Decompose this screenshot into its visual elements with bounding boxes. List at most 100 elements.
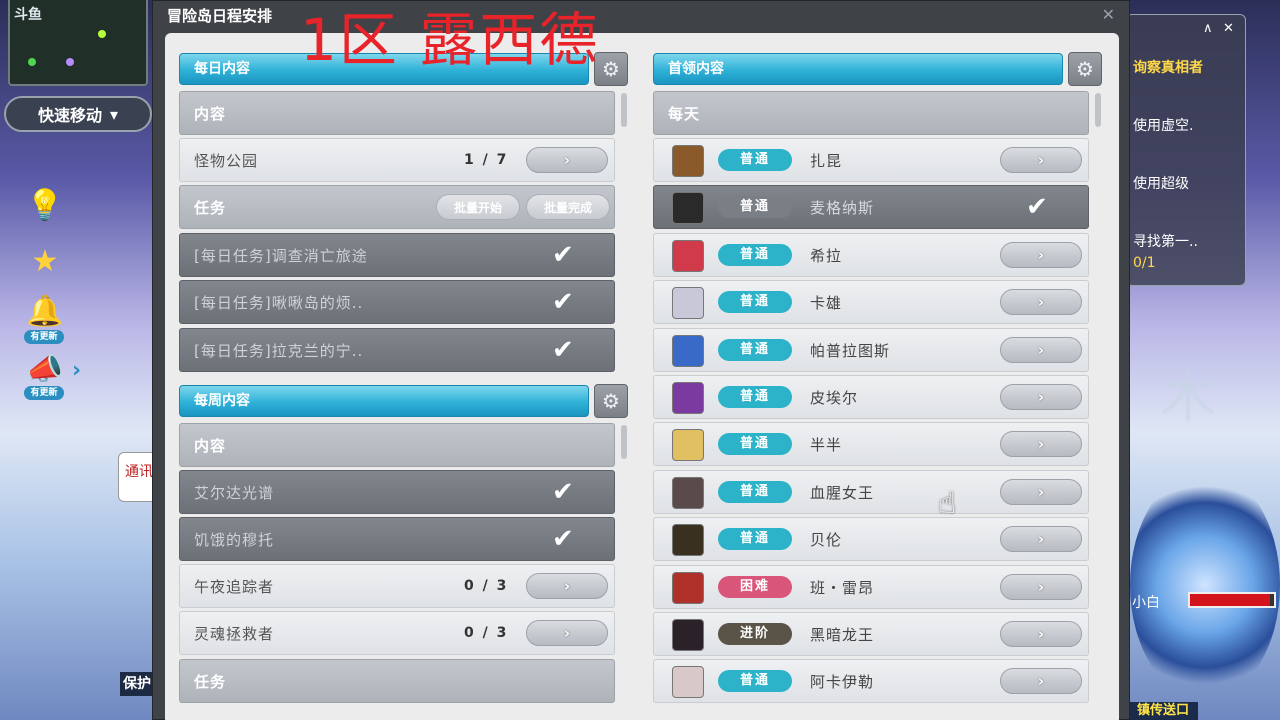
daily-task-subheader: 任务 批量开始 批量完成	[179, 185, 615, 229]
check-icon: ✔	[552, 524, 574, 554]
chevron-down-icon: ▾	[109, 104, 119, 124]
row-label: [每日任务]调查消亡旅途	[194, 246, 368, 265]
go-button[interactable]: ›	[1000, 479, 1082, 505]
weekly-item-row[interactable]: 饥饿的穆托 ✔	[179, 517, 615, 561]
go-button[interactable]: ›	[1000, 668, 1082, 694]
boss-row[interactable]: 困难 班・雷昂 ›	[653, 565, 1089, 609]
window-title: 冒险岛日程安排	[167, 7, 273, 25]
daily-quest-row[interactable]: [每日任务]拉克兰的宁.. ✔	[179, 328, 615, 372]
tracker-progress: 0/1	[1133, 255, 1156, 271]
difficulty-badge: 普通	[718, 481, 792, 503]
boss-avatar	[672, 572, 704, 604]
arrow-right-icon: ›	[1037, 578, 1045, 596]
boss-row[interactable]: 普通 扎昆 ›	[653, 138, 1089, 182]
boss-row[interactable]: 普通 帕普拉图斯 ›	[653, 328, 1089, 372]
difficulty-badge: 普通	[718, 528, 792, 550]
arrow-right-icon: ›	[563, 577, 571, 595]
collapse-icon[interactable]: ∧	[1203, 21, 1213, 36]
difficulty-badge: 困难	[718, 576, 792, 598]
go-button[interactable]: ›	[1000, 621, 1082, 647]
check-icon: ✔	[552, 335, 574, 365]
close-icon[interactable]: ✕	[1102, 5, 1115, 24]
boss-avatar	[672, 666, 704, 698]
boss-row[interactable]: 普通 麦格纳斯 ✔	[653, 185, 1089, 229]
go-button[interactable]: ›	[1000, 574, 1082, 600]
row-count: 0 / 3	[464, 625, 509, 641]
boss-row[interactable]: 普通 半半 ›	[653, 422, 1089, 466]
schedule-window: 冒险岛日程安排 ✕ 每日内容 ⚙ 内容 怪物公园 1 / 7 › 任务 批量开始…	[152, 0, 1130, 720]
player-name: 小白	[1132, 595, 1160, 611]
boss-row[interactable]: 普通 阿卡伊勒 ›	[653, 659, 1089, 703]
quest-tracker-panel[interactable]: ∧ ✕ 询察真相者 使用虚空. 使用超级 寻找第一.. 0/1	[1126, 14, 1246, 286]
boss-avatar	[672, 382, 704, 414]
monster-park-row[interactable]: 怪物公园 1 / 7 ›	[179, 138, 615, 182]
quick-move-button[interactable]: 快速移动 ▾	[4, 96, 152, 132]
go-button[interactable]: ›	[1000, 242, 1082, 268]
boss-settings-button[interactable]: ⚙	[1068, 52, 1102, 86]
row-label: 午夜追踪者	[194, 577, 275, 596]
difficulty-badge: 普通	[718, 433, 792, 455]
go-button[interactable]: ›	[1000, 526, 1082, 552]
gear-icon: ⚙	[1076, 57, 1094, 81]
gear-icon: ⚙	[602, 57, 620, 81]
boss-row[interactable]: 普通 血腥女王 ›	[653, 470, 1089, 514]
row-label: 饥饿的穆托	[194, 530, 275, 549]
boss-avatar	[672, 287, 704, 319]
go-button[interactable]: ›	[526, 147, 608, 173]
bell-icon[interactable]: 🔔	[26, 292, 64, 330]
arrow-right-icon: ›	[1037, 151, 1045, 169]
arrow-right-icon: ›	[1037, 530, 1045, 548]
arrow-right-icon: ›	[1037, 625, 1045, 643]
go-button[interactable]: ›	[526, 573, 608, 599]
subheader-label: 每天	[668, 104, 701, 123]
subheader-label: 任务	[194, 198, 227, 217]
go-button[interactable]: ›	[1000, 431, 1082, 457]
boss-scrollbar[interactable]	[1095, 93, 1101, 127]
star-icon[interactable]: ★	[26, 242, 64, 280]
difficulty-badge: 普通	[718, 244, 792, 266]
difficulty-badge: 进阶	[718, 623, 792, 645]
subheader-label: 内容	[194, 104, 227, 123]
gear-icon: ⚙	[602, 389, 620, 413]
boss-row[interactable]: 普通 皮埃尔 ›	[653, 375, 1089, 419]
weekly-item-row[interactable]: 艾尔达光谱 ✔	[179, 470, 615, 514]
chevron-right-icon[interactable]: ›	[72, 358, 81, 383]
hand-cursor-icon: ☝	[938, 486, 957, 521]
go-button[interactable]: ›	[1000, 289, 1082, 315]
minimap[interactable]: 斗鱼	[8, 0, 148, 86]
weekly-item-row[interactable]: 灵魂拯救者 0 / 3 ›	[179, 611, 615, 655]
batch-complete-button[interactable]: 批量完成	[526, 194, 610, 220]
close-icon[interactable]: ✕	[1223, 21, 1234, 36]
weekly-scrollbar[interactable]	[621, 425, 627, 459]
weekly-content-subheader: 内容	[179, 423, 615, 467]
go-button[interactable]: ›	[526, 620, 608, 646]
new-badge: 有更新	[24, 330, 64, 344]
boss-row[interactable]: 普通 贝伦 ›	[653, 517, 1089, 561]
daily-scrollbar[interactable]	[621, 93, 627, 127]
portal[interactable]	[1130, 470, 1280, 700]
boss-row[interactable]: 进阶 黑暗龙王 ›	[653, 612, 1089, 656]
boss-name: 帕普拉图斯	[810, 341, 891, 360]
boss-name: 班・雷昂	[810, 578, 875, 597]
boss-avatar	[672, 335, 704, 367]
tracker-line: 使用超级	[1133, 176, 1189, 192]
go-button[interactable]: ›	[1000, 147, 1082, 173]
batch-start-button[interactable]: 批量开始	[436, 194, 520, 220]
daily-quest-row[interactable]: [每日任务]啾啾岛的烦.. ✔	[179, 280, 615, 324]
check-icon: ✔	[552, 240, 574, 270]
weekly-settings-button[interactable]: ⚙	[594, 384, 628, 418]
arrow-right-icon: ›	[1037, 341, 1045, 359]
boss-row[interactable]: 普通 卡雄 ›	[653, 280, 1089, 324]
boss-row[interactable]: 普通 希拉 ›	[653, 233, 1089, 277]
arrow-right-icon: ›	[1037, 435, 1045, 453]
lightbulb-icon[interactable]: 💡	[26, 186, 64, 224]
boss-avatar	[672, 477, 704, 509]
announcement-icon[interactable]: 📣	[26, 350, 64, 388]
daily-quest-row[interactable]: [每日任务]调查消亡旅途 ✔	[179, 233, 615, 277]
arrow-right-icon: ›	[1037, 388, 1045, 406]
go-button[interactable]: ›	[1000, 384, 1082, 410]
boss-name: 血腥女王	[810, 483, 875, 502]
go-button[interactable]: ›	[1000, 337, 1082, 363]
quick-move-label: 快速移动	[37, 106, 102, 125]
weekly-item-row[interactable]: 午夜追踪者 0 / 3 ›	[179, 564, 615, 608]
